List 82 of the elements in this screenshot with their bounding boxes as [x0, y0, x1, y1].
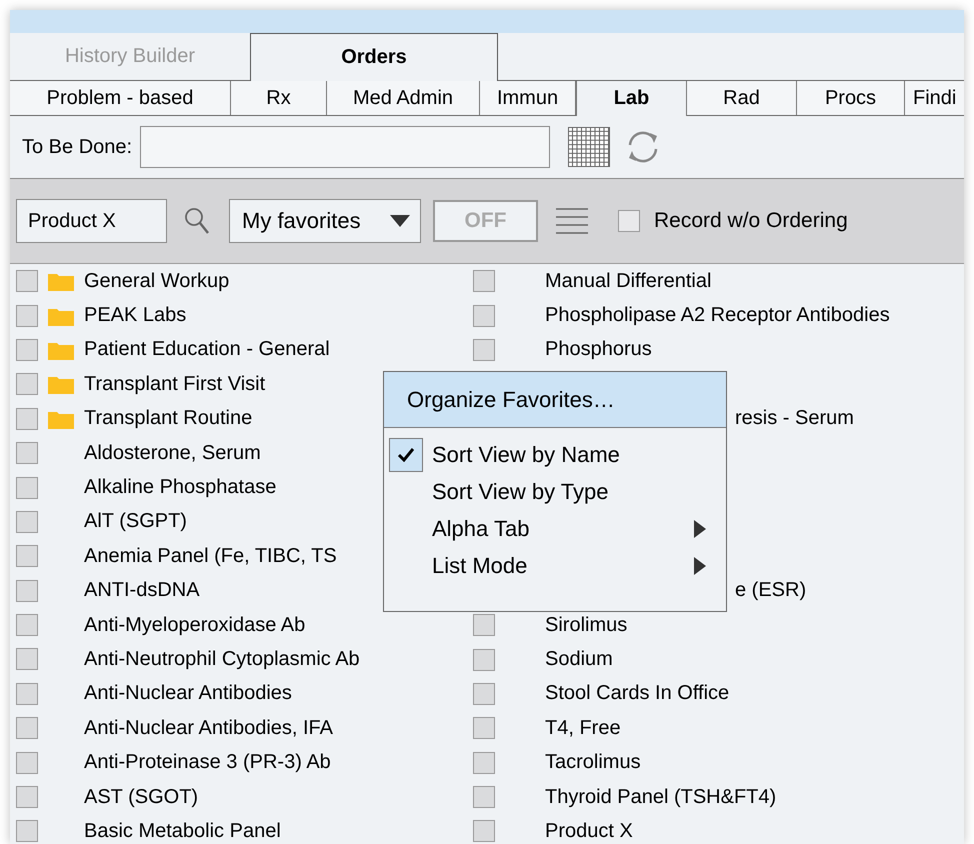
- checkbox[interactable]: [473, 270, 495, 292]
- item-label[interactable]: AlT (SGPT): [84, 510, 187, 534]
- item-label[interactable]: Manual Differential: [545, 270, 712, 293]
- checkbox[interactable]: [473, 682, 495, 705]
- checkbox[interactable]: [16, 373, 38, 396]
- field-label: To Be Done:: [22, 136, 132, 158]
- tab[interactable]: Immun: [480, 81, 576, 115]
- checkbox[interactable]: [473, 648, 495, 671]
- filter-dropdown[interactable]: My favorites: [229, 199, 421, 243]
- list-icon[interactable]: [556, 208, 588, 234]
- item-label[interactable]: Anti-Myeloperoxidase Ab: [84, 614, 306, 637]
- checkbox[interactable]: [473, 752, 495, 774]
- checkbox[interactable]: [16, 648, 38, 670]
- tab[interactable]: Rad: [687, 81, 797, 115]
- grid-icon[interactable]: [568, 127, 610, 167]
- checkbox[interactable]: [473, 820, 495, 842]
- folder-label[interactable]: General Workup: [84, 270, 230, 293]
- item-label[interactable]: T4, Free: [545, 716, 621, 740]
- checkbox[interactable]: [16, 304, 38, 327]
- item-label: resis - Serum: [735, 407, 854, 430]
- folder-label[interactable]: Patient Education - General: [84, 338, 330, 362]
- item-label[interactable]: Sirolimus: [545, 614, 628, 637]
- folder-icon: [48, 374, 74, 394]
- checkbox[interactable]: [16, 270, 38, 292]
- checkbox[interactable]: [16, 786, 38, 808]
- checkbox[interactable]: [618, 210, 640, 232]
- checkbox[interactable]: [16, 580, 38, 602]
- tab[interactable]: Med Admin: [327, 81, 480, 115]
- item-label[interactable]: Stool Cards In Office: [545, 682, 730, 706]
- checkbox[interactable]: [16, 682, 38, 705]
- item-label[interactable]: ANTI-dsDNA: [84, 579, 200, 602]
- checkbox[interactable]: [16, 545, 38, 568]
- checkbox-label[interactable]: Record w/o Ordering: [654, 209, 848, 233]
- item-label[interactable]: Anemia Panel (Fe, TIBC, TS: [84, 544, 337, 568]
- search-icon[interactable]: [184, 207, 210, 235]
- folder-label[interactable]: PEAK Labs: [84, 304, 186, 328]
- checkbox[interactable]: [16, 510, 38, 533]
- item-label[interactable]: Sodium: [545, 648, 613, 672]
- checkbox[interactable]: [473, 338, 495, 361]
- item-label[interactable]: Tacrolimus: [545, 751, 641, 774]
- tab[interactable]: Lab: [576, 81, 687, 116]
- item-label[interactable]: Aldosterone, Serum: [84, 442, 261, 465]
- item-label[interactable]: Product X: [545, 820, 633, 843]
- folder-label[interactable]: Transplant Routine: [84, 407, 252, 430]
- folder-icon: [48, 271, 74, 292]
- item-label[interactable]: Phospholipase A2 Receptor Antibodies: [545, 304, 890, 328]
- checkbox[interactable]: [473, 304, 495, 327]
- checkbox[interactable]: [16, 442, 38, 464]
- tab[interactable]: Problem - based: [10, 81, 231, 115]
- item-label[interactable]: Thyroid Panel (TSH&FT4): [545, 786, 776, 809]
- menu-item[interactable]: Alpha Tab: [432, 516, 530, 542]
- menu-item[interactable]: Sort View by Type: [432, 478, 609, 504]
- checkbox[interactable]: [473, 614, 495, 636]
- item-label[interactable]: Phosphorus: [545, 338, 652, 362]
- item-label[interactable]: Anti-Neutrophil Cytoplasmic Ab: [84, 648, 360, 671]
- item-label[interactable]: Basic Metabolic Panel: [84, 820, 281, 843]
- checkbox[interactable]: [16, 408, 38, 430]
- item-label[interactable]: AST (SGOT): [84, 786, 198, 809]
- checkbox[interactable]: [16, 752, 38, 774]
- checkbox[interactable]: [16, 476, 38, 499]
- folder-label[interactable]: Transplant First Visit: [84, 372, 266, 396]
- caret-icon: [390, 215, 410, 227]
- checkbox[interactable]: [16, 338, 38, 361]
- checkbox[interactable]: [473, 786, 495, 808]
- tab[interactable]: Findi: [905, 81, 964, 115]
- item-label[interactable]: Anti-Nuclear Antibodies: [84, 682, 292, 706]
- search-field[interactable]: Product X: [16, 199, 167, 243]
- item-label[interactable]: Anti-Nuclear Antibodies, IFA: [84, 716, 334, 740]
- item-label[interactable]: Alkaline Phosphatase: [84, 476, 276, 500]
- tab[interactable]: Rx: [231, 81, 327, 115]
- item-label: e (ESR): [735, 579, 806, 602]
- checkbox[interactable]: [16, 820, 38, 842]
- checkbox[interactable]: [473, 717, 495, 740]
- tab[interactable]: Orders: [250, 33, 498, 81]
- checkbox[interactable]: [16, 717, 38, 740]
- menu-item[interactable]: Sort View by Name: [432, 442, 620, 468]
- menu-item[interactable]: List Mode: [432, 552, 528, 578]
- checkbox[interactable]: [16, 614, 38, 636]
- item-label[interactable]: Anti-Proteinase 3 (PR-3) Ab: [84, 751, 331, 774]
- menu-item[interactable]: Organize Favorites…: [384, 372, 726, 428]
- to-be-done-field[interactable]: [140, 126, 550, 168]
- tab[interactable]: Procs: [797, 81, 905, 115]
